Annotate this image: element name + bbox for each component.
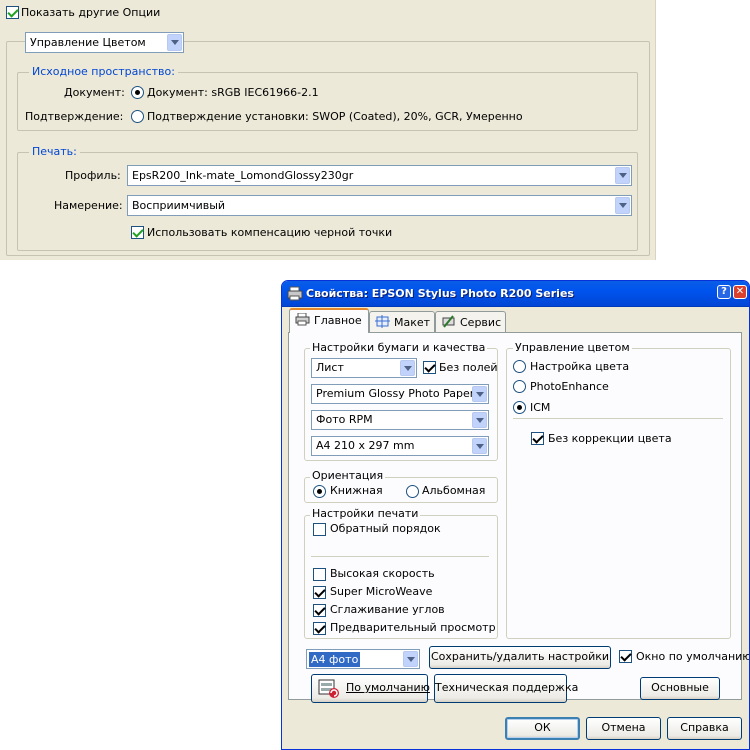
document-radio[interactable] bbox=[131, 86, 144, 99]
printer-tab-icon bbox=[295, 313, 310, 326]
print-settings-divider bbox=[311, 556, 489, 557]
show-more-options-label: Показать другие Опции bbox=[21, 6, 161, 19]
intent-label: Намерение: bbox=[54, 199, 123, 212]
help-button[interactable]: Справка bbox=[667, 717, 742, 740]
layout-icon bbox=[375, 315, 390, 328]
tab-page-main: Настройки бумаги и качества Лист Без пол… bbox=[288, 332, 749, 703]
preset-select[interactable]: A4 фото bbox=[306, 649, 420, 669]
close-button[interactable]: ✕ bbox=[733, 285, 747, 299]
tab-main[interactable]: Главное bbox=[289, 308, 369, 333]
color-management-legend: Управление цветом bbox=[513, 341, 632, 355]
technical-support-button[interactable]: Техническая поддержка bbox=[434, 674, 578, 703]
tab-service-label: Сервис bbox=[460, 316, 502, 329]
options-section-select[interactable]: Управление Цветом bbox=[25, 32, 184, 53]
color-management-divider bbox=[513, 418, 723, 419]
document-label: Документ: bbox=[64, 86, 125, 99]
paper-source-select[interactable]: Лист bbox=[311, 358, 417, 378]
ok-button[interactable]: ОК bbox=[505, 717, 580, 740]
icm-label[interactable]: ICM bbox=[530, 401, 550, 415]
save-delete-settings-button[interactable]: Сохранить/удалить настройки bbox=[429, 646, 611, 669]
high-speed-label[interactable]: Высокая скорость bbox=[330, 567, 435, 581]
proof-label: Подтверждение: bbox=[25, 110, 124, 123]
dialog-title: Свойства: EPSON Stylus Photo R200 Series bbox=[306, 287, 574, 300]
chevron-down-icon[interactable] bbox=[400, 360, 415, 376]
print-options-panel: Показать другие Опции Управление Цветом … bbox=[0, 0, 656, 260]
portrait-radio[interactable] bbox=[313, 485, 326, 498]
edge-smoothing-label[interactable]: Сглаживание углов bbox=[330, 603, 445, 617]
landscape-radio[interactable] bbox=[406, 485, 419, 498]
media-type-select[interactable]: Premium Glossy Photo Paper bbox=[311, 384, 489, 404]
paper-size-value: A4 210 x 297 mm bbox=[316, 439, 415, 452]
proof-option-text[interactable]: Подтверждение установки: SWOP (Coated), … bbox=[147, 110, 523, 124]
media-type-value: Premium Glossy Photo Paper bbox=[316, 387, 475, 400]
high-speed-checkbox[interactable] bbox=[313, 568, 326, 581]
color-controls-label[interactable]: Настройка цвета bbox=[530, 360, 629, 374]
color-controls-radio[interactable] bbox=[513, 360, 526, 373]
show-more-options-checkbox[interactable] bbox=[6, 6, 19, 19]
intent-select[interactable]: Восприимчивый bbox=[127, 195, 632, 216]
no-color-correction-checkbox[interactable] bbox=[531, 432, 544, 445]
source-space-legend: Исходное пространство: bbox=[29, 65, 178, 79]
icm-radio[interactable] bbox=[513, 401, 526, 414]
printer-properties-dialog: Свойства: EPSON Stylus Photo R200 Series… bbox=[281, 280, 750, 750]
paper-size-select[interactable]: A4 210 x 297 mm bbox=[311, 436, 489, 456]
orientation-legend: Ориентация bbox=[310, 469, 386, 483]
printer-icon bbox=[287, 286, 303, 301]
chevron-down-icon[interactable] bbox=[403, 651, 418, 667]
chevron-down-icon[interactable] bbox=[167, 34, 182, 51]
chevron-down-icon[interactable] bbox=[472, 386, 487, 402]
photoenhance-radio[interactable] bbox=[513, 380, 526, 393]
no-color-correction-label[interactable]: Без коррекции цвета bbox=[548, 432, 672, 446]
landscape-label[interactable]: Альбомная bbox=[422, 484, 485, 498]
print-quality-select[interactable]: Фото RPM bbox=[311, 410, 489, 430]
paper-source-value: Лист bbox=[316, 361, 344, 374]
tab-main-label: Главное bbox=[314, 314, 362, 327]
chevron-down-icon[interactable] bbox=[472, 438, 487, 454]
tab-service[interactable]: Сервис bbox=[435, 311, 506, 332]
black-point-compensation-label[interactable]: Использовать компенсацию черной точки bbox=[147, 226, 392, 240]
tab-layout-label: Макет bbox=[394, 316, 431, 329]
intent-value: Восприимчивый bbox=[132, 199, 226, 212]
chevron-down-icon[interactable] bbox=[615, 197, 630, 214]
borderless-label[interactable]: Без полей bbox=[439, 361, 498, 375]
profile-label: Профиль: bbox=[65, 169, 121, 182]
proof-radio[interactable] bbox=[131, 110, 144, 123]
borderless-checkbox[interactable] bbox=[423, 361, 436, 374]
dialog-titlebar[interactable]: Свойства: EPSON Stylus Photo R200 Series… bbox=[282, 281, 749, 307]
default-window-label[interactable]: Окно по умолчанию bbox=[636, 650, 749, 664]
tab-layout[interactable]: Макет bbox=[369, 311, 435, 332]
print-legend: Печать: bbox=[29, 145, 80, 159]
print-quality-value: Фото RPM bbox=[316, 413, 373, 426]
restore-defaults-icon bbox=[318, 679, 339, 698]
help-title-button[interactable]: ? bbox=[717, 285, 731, 299]
profile-value: EpsR200_Ink-mate_LomondGlossy230gr bbox=[132, 169, 354, 182]
edge-smoothing-checkbox[interactable] bbox=[313, 604, 326, 617]
restore-defaults-button[interactable]: По умолчанию bbox=[311, 674, 430, 703]
microweave-checkbox[interactable] bbox=[313, 586, 326, 599]
chevron-down-icon[interactable] bbox=[615, 167, 630, 184]
print-preview-checkbox[interactable] bbox=[313, 622, 326, 635]
microweave-label[interactable]: Super MicroWeave bbox=[330, 585, 432, 599]
restore-defaults-label: По умолчанию bbox=[346, 681, 430, 694]
preset-value: A4 фото bbox=[309, 652, 361, 667]
photoenhance-label[interactable]: PhotoEnhance bbox=[530, 380, 609, 394]
maintenance-icon bbox=[442, 315, 455, 328]
paper-quality-legend: Настройки бумаги и качества bbox=[310, 341, 488, 355]
basic-button[interactable]: Основные bbox=[640, 677, 720, 700]
print-settings-legend: Настройки печати bbox=[310, 507, 421, 521]
options-section-value: Управление Цветом bbox=[30, 36, 146, 49]
document-option-text[interactable]: Документ: sRGB IEC61966-2.1 bbox=[147, 86, 319, 100]
reverse-order-label[interactable]: Обратный порядок bbox=[330, 522, 441, 536]
portrait-label[interactable]: Книжная bbox=[330, 484, 383, 498]
black-point-compensation-checkbox[interactable] bbox=[131, 226, 144, 239]
default-window-checkbox[interactable] bbox=[619, 650, 632, 663]
print-preview-label[interactable]: Предварительный просмотр bbox=[330, 621, 496, 635]
chevron-down-icon[interactable] bbox=[472, 412, 487, 428]
profile-select[interactable]: EpsR200_Ink-mate_LomondGlossy230gr bbox=[127, 165, 632, 186]
reverse-order-checkbox[interactable] bbox=[313, 523, 326, 536]
cancel-button[interactable]: Отмена bbox=[586, 717, 661, 740]
